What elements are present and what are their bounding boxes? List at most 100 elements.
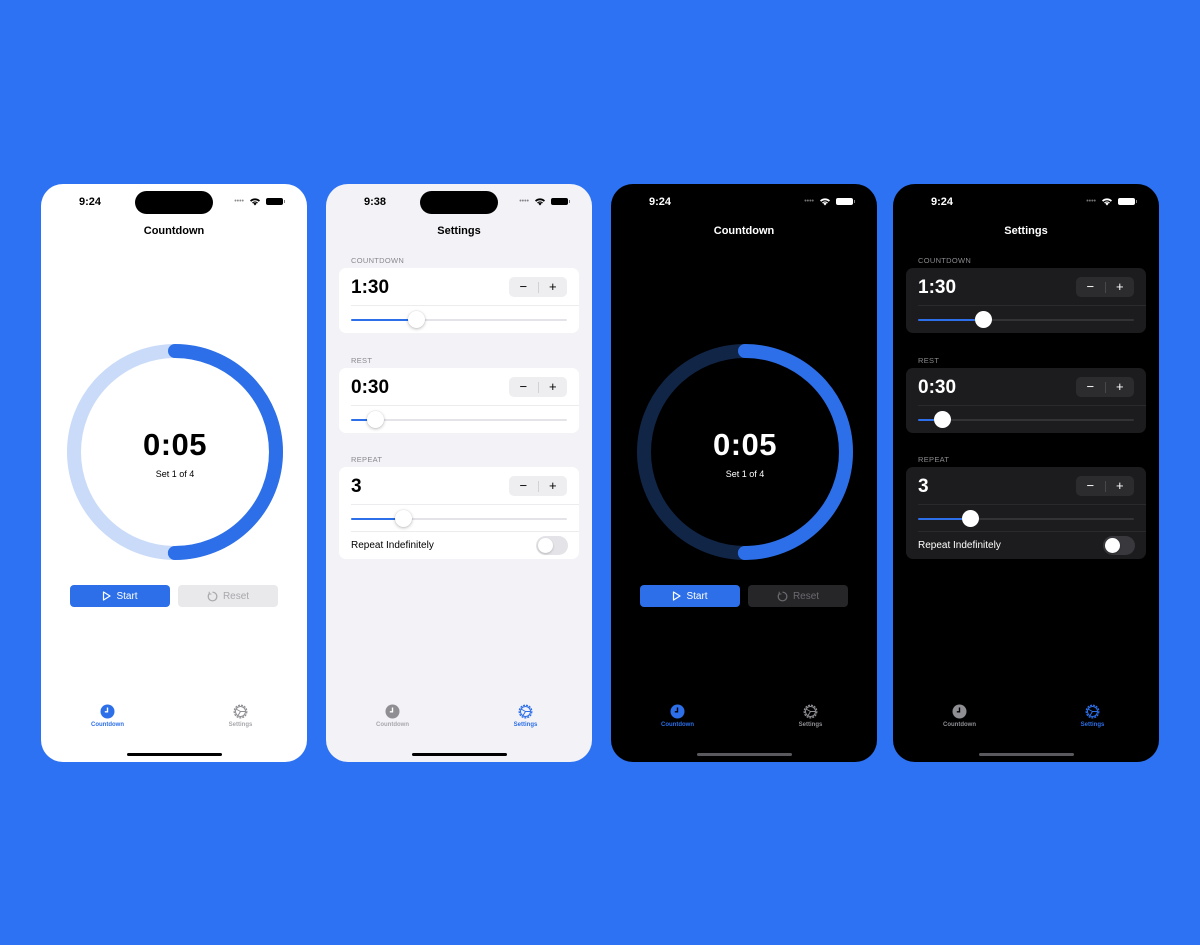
repeat-stepper: − + — [1076, 476, 1134, 496]
slider-thumb[interactable] — [394, 510, 412, 527]
slider-thumb[interactable] — [961, 510, 979, 527]
wifi-icon — [535, 198, 545, 206]
divider — [918, 405, 1146, 406]
clock-icon — [670, 704, 685, 719]
repeat-slider[interactable] — [918, 510, 1134, 527]
repeat-value: 3 — [351, 476, 362, 497]
reset-label: Reset — [792, 590, 820, 602]
increment-button[interactable]: + — [1106, 476, 1135, 496]
phone-light-settings: 9:38 •••• Settings COUNTDOWN 1:30 − + RE… — [326, 184, 592, 762]
countdown-slider[interactable] — [351, 311, 567, 328]
battery-icon — [266, 198, 285, 205]
gear-icon — [233, 704, 248, 719]
start-button[interactable]: Start — [70, 585, 170, 607]
divider — [351, 531, 579, 532]
nav-title: Countdown — [713, 225, 775, 237]
rest-card: 0:30 − + — [339, 368, 579, 433]
tab-bar: Countdown Settings — [326, 702, 592, 742]
repeat-indefinitely-toggle[interactable] — [1103, 536, 1135, 555]
gear-icon — [1085, 704, 1100, 719]
status-time: 9:38 — [364, 196, 387, 208]
dynamic-island — [135, 191, 213, 214]
slider-thumb[interactable] — [974, 311, 992, 328]
tab-label: Settings — [228, 722, 253, 728]
tab-settings[interactable]: Settings — [174, 702, 307, 742]
tab-settings[interactable]: Settings — [459, 702, 592, 742]
reset-button[interactable]: Reset — [178, 585, 278, 607]
tab-countdown[interactable]: Countdown — [326, 702, 459, 742]
reset-icon — [207, 591, 218, 601]
tab-label: Settings — [798, 722, 823, 728]
section-header-countdown: COUNTDOWN — [351, 256, 405, 265]
decrement-button[interactable]: − — [509, 377, 538, 397]
battery-icon — [836, 198, 855, 205]
countdown-card: 1:30 − + — [339, 268, 579, 333]
status-time: 9:24 — [79, 196, 102, 208]
wifi-icon — [250, 198, 260, 206]
status-bar: 9:24 •••• — [893, 184, 1159, 220]
repeat-stepper: − + — [509, 476, 567, 496]
tab-countdown[interactable]: Countdown — [41, 702, 174, 742]
toggle-knob — [1105, 538, 1120, 553]
home-indicator — [697, 753, 792, 756]
rest-value: 0:30 — [351, 377, 390, 398]
countdown-slider[interactable] — [918, 311, 1134, 328]
decrement-button[interactable]: − — [1076, 277, 1105, 297]
decrement-button[interactable]: − — [1076, 476, 1105, 496]
decrement-button[interactable]: − — [1076, 377, 1105, 397]
status-bar: 9:24 •••• — [611, 184, 877, 220]
decrement-button[interactable]: − — [509, 277, 538, 297]
repeat-slider[interactable] — [351, 510, 567, 527]
nav-title: Settings — [437, 225, 481, 237]
section-header-countdown: COUNTDOWN — [918, 256, 972, 265]
slider-fill — [351, 319, 416, 321]
slider-thumb[interactable] — [407, 311, 425, 328]
play-icon — [103, 591, 112, 601]
repeat-card: 3 − + Repeat Indefinitely — [906, 467, 1146, 559]
countdown-card: 1:30 − + — [906, 268, 1146, 333]
timer-display: 0:05 — [142, 427, 208, 462]
increment-button[interactable]: + — [1106, 377, 1135, 397]
repeat-indefinitely-toggle[interactable] — [536, 536, 568, 555]
rest-slider[interactable] — [351, 411, 567, 428]
reset-button[interactable]: Reset — [748, 585, 848, 607]
divider — [918, 531, 1146, 532]
cellular-signal-icon: •••• — [1086, 198, 1096, 205]
countdown-ring: 0:05 Set 1 of 4 — [634, 341, 856, 563]
section-header-repeat: REPEAT — [918, 455, 950, 464]
tab-countdown[interactable]: Countdown — [893, 702, 1026, 742]
slider-thumb[interactable] — [933, 411, 951, 428]
increment-button[interactable]: + — [539, 277, 568, 297]
countdown-ring: 0:05 Set 1 of 4 — [64, 341, 286, 563]
repeat-value: 3 — [918, 476, 929, 497]
nav-title: Settings — [1004, 225, 1048, 237]
gear-icon — [803, 704, 818, 719]
tab-bar: Countdown Settings — [41, 702, 307, 742]
decrement-button[interactable]: − — [509, 476, 538, 496]
divider — [351, 405, 579, 406]
tab-countdown[interactable]: Countdown — [611, 702, 744, 742]
play-icon — [673, 591, 682, 601]
status-bar: 9:38 •••• — [326, 184, 592, 220]
tab-label: Countdown — [943, 722, 976, 728]
slider-thumb[interactable] — [366, 411, 384, 428]
divider — [918, 305, 1146, 306]
reset-icon — [777, 591, 788, 601]
repeat-indefinitely-label: Repeat Indefinitely — [918, 540, 1001, 551]
home-indicator — [412, 753, 507, 756]
increment-button[interactable]: + — [1106, 277, 1135, 297]
battery-icon — [551, 198, 570, 205]
tab-settings[interactable]: Settings — [1026, 702, 1159, 742]
start-button[interactable]: Start — [640, 585, 740, 607]
countdown-value: 1:30 — [918, 277, 957, 298]
repeat-indefinitely-label: Repeat Indefinitely — [351, 540, 434, 551]
section-header-rest: REST — [351, 356, 373, 365]
set-label: Set 1 of 4 — [155, 469, 195, 479]
wifi-icon — [820, 198, 830, 206]
increment-button[interactable]: + — [539, 476, 568, 496]
wifi-icon — [1102, 198, 1112, 206]
rest-slider[interactable] — [918, 411, 1134, 428]
gear-icon — [518, 704, 533, 719]
increment-button[interactable]: + — [539, 377, 568, 397]
tab-settings[interactable]: Settings — [744, 702, 877, 742]
